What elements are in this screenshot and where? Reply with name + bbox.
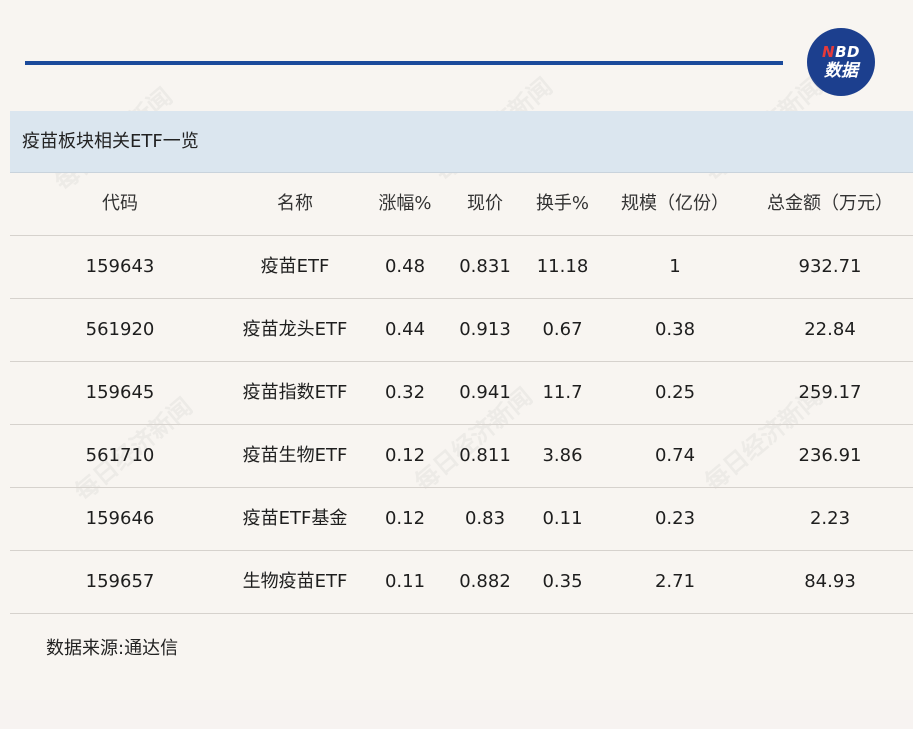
column-header-price: 现价 — [467, 193, 503, 214]
cell-scale: 0.38 — [654, 319, 696, 340]
cell-change: 0.12 — [384, 508, 426, 529]
cell-code: 561920 — [85, 319, 155, 340]
cell-name: 疫苗生物ETF — [242, 445, 348, 466]
cell-name: 疫苗指数ETF — [242, 382, 348, 403]
cell-change: 0.48 — [384, 256, 426, 277]
cell-price: 0.831 — [459, 256, 511, 277]
nbd-logo: NBD 数据 — [807, 28, 875, 96]
cell-amount: 236.91 — [798, 445, 862, 466]
table-row: 159646 疫苗ETF基金 0.12 0.83 0.11 0.23 2.23 — [10, 488, 913, 551]
logo-bd-letters: BD — [835, 42, 860, 61]
table-title-bar: 疫苗板块相关ETF一览 — [10, 111, 913, 173]
cell-name: 疫苗ETF基金 — [242, 508, 348, 529]
logo-top-text: NBD — [822, 42, 860, 61]
cell-scale: 0.74 — [654, 445, 696, 466]
cell-amount: 2.23 — [809, 508, 851, 529]
cell-name: 疫苗龙头ETF — [242, 319, 348, 340]
column-header-name: 名称 — [277, 193, 313, 214]
column-header-scale: 规模（亿份） — [621, 193, 729, 214]
cell-code: 159646 — [85, 508, 155, 529]
table-row: 159645 疫苗指数ETF 0.32 0.941 11.7 0.25 259.… — [10, 362, 913, 425]
table-row: 159643 疫苗ETF 0.48 0.831 11.18 1 932.71 — [10, 236, 913, 299]
table-row: 159657 生物疫苗ETF 0.11 0.882 0.35 2.71 84.9… — [10, 551, 913, 614]
table-row: 561710 疫苗生物ETF 0.12 0.811 3.86 0.74 236.… — [10, 425, 913, 488]
table-title: 疫苗板块相关ETF一览 — [22, 131, 199, 152]
cell-scale: 0.25 — [654, 382, 696, 403]
cell-price: 0.83 — [464, 508, 506, 529]
cell-amount: 259.17 — [798, 382, 862, 403]
cell-name: 疫苗ETF — [260, 256, 330, 277]
table-header-row: 代码 名称 涨幅% 现价 换手% 规模（亿份） 总金额（万元） — [10, 173, 913, 236]
cell-scale: 1 — [669, 256, 681, 277]
cell-scale: 0.23 — [654, 508, 696, 529]
column-header-amount: 总金额（万元） — [767, 193, 893, 214]
cell-turnover: 11.7 — [542, 382, 583, 403]
cell-name: 生物疫苗ETF — [242, 571, 348, 592]
cell-amount: 932.71 — [798, 256, 862, 277]
logo-bottom-text: 数据 — [824, 60, 858, 81]
cell-turnover: 11.18 — [536, 256, 589, 277]
cell-amount: 84.93 — [804, 571, 856, 592]
cell-price: 0.811 — [459, 445, 511, 466]
cell-amount: 22.84 — [804, 319, 856, 340]
cell-change: 0.11 — [384, 571, 426, 592]
cell-change: 0.44 — [384, 319, 426, 340]
cell-turnover: 0.67 — [542, 319, 583, 340]
cell-price: 0.913 — [459, 319, 511, 340]
column-header-turnover: 换手% — [535, 193, 590, 214]
top-accent-line — [25, 61, 783, 65]
cell-scale: 2.71 — [654, 571, 696, 592]
table-row: 561920 疫苗龙头ETF 0.44 0.913 0.67 0.38 22.8… — [10, 299, 913, 362]
data-source-note: 数据来源:通达信 — [46, 638, 179, 659]
cell-code: 159645 — [85, 382, 155, 403]
cell-code: 561710 — [85, 445, 155, 466]
cell-price: 0.882 — [459, 571, 511, 592]
cell-turnover: 0.35 — [542, 571, 583, 592]
cell-turnover: 3.86 — [542, 445, 583, 466]
cell-price: 0.941 — [459, 382, 511, 403]
cell-change: 0.12 — [384, 445, 426, 466]
cell-turnover: 0.11 — [542, 508, 583, 529]
cell-code: 159657 — [85, 571, 155, 592]
logo-n-letter: N — [822, 42, 836, 61]
column-header-code: 代码 — [102, 193, 138, 214]
cell-change: 0.32 — [384, 382, 426, 403]
cell-code: 159643 — [85, 256, 155, 277]
column-header-change: 涨幅% — [378, 193, 432, 214]
bottom-band — [0, 700, 913, 729]
